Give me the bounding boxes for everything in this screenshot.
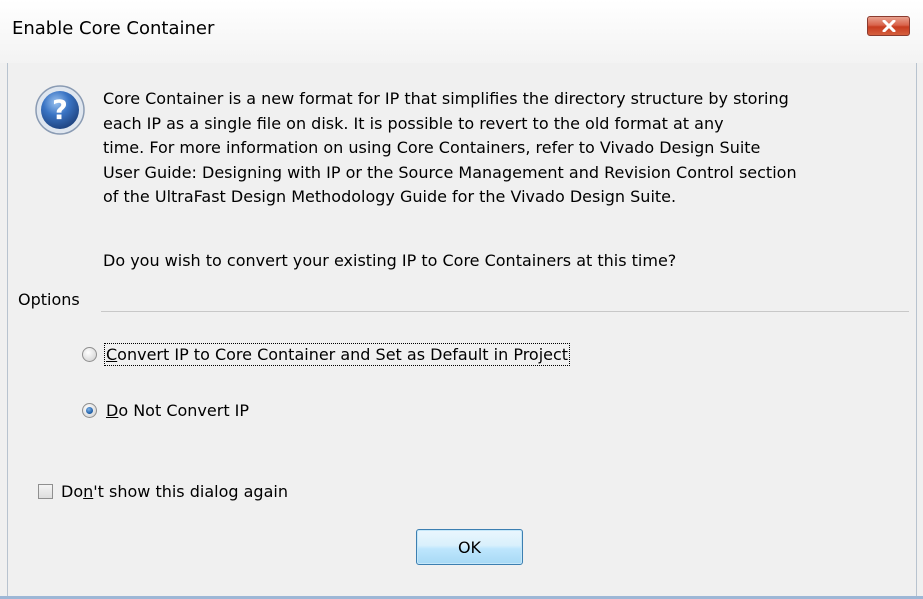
enable-core-container-dialog: Enable Core Container ? Core Container i… <box>0 0 923 599</box>
options-separator <box>101 311 909 312</box>
svg-text:?: ? <box>52 95 68 126</box>
radio-convert-ip[interactable]: Convert IP to Core Container and Set as … <box>82 343 571 366</box>
dont-show-again-label[interactable]: Don't show this dialog again <box>61 482 288 501</box>
title-bar[interactable]: Enable Core Container <box>0 0 923 63</box>
question-icon: ? <box>35 85 85 135</box>
dialog-title: Enable Core Container <box>12 18 215 39</box>
radio-button-do-not-convert[interactable] <box>82 403 97 418</box>
radio-do-not-convert[interactable]: Do Not Convert IP <box>82 401 249 420</box>
close-button[interactable] <box>867 16 910 36</box>
dialog-question: Do you wish to convert your existing IP … <box>103 251 677 270</box>
dont-show-again-checkbox[interactable] <box>38 484 53 499</box>
ok-button[interactable]: OK <box>416 529 523 565</box>
options-label: Options <box>18 290 80 309</box>
radio-label-do-not-convert[interactable]: Do Not Convert IP <box>106 401 249 420</box>
radio-button-convert[interactable] <box>82 347 97 362</box>
radio-label-convert[interactable]: Convert IP to Core Container and Set as … <box>103 343 571 366</box>
dialog-message: Core Container is a new format for IP th… <box>103 89 797 206</box>
close-icon <box>882 20 895 32</box>
dont-show-again-row[interactable]: Don't show this dialog again <box>38 482 288 501</box>
